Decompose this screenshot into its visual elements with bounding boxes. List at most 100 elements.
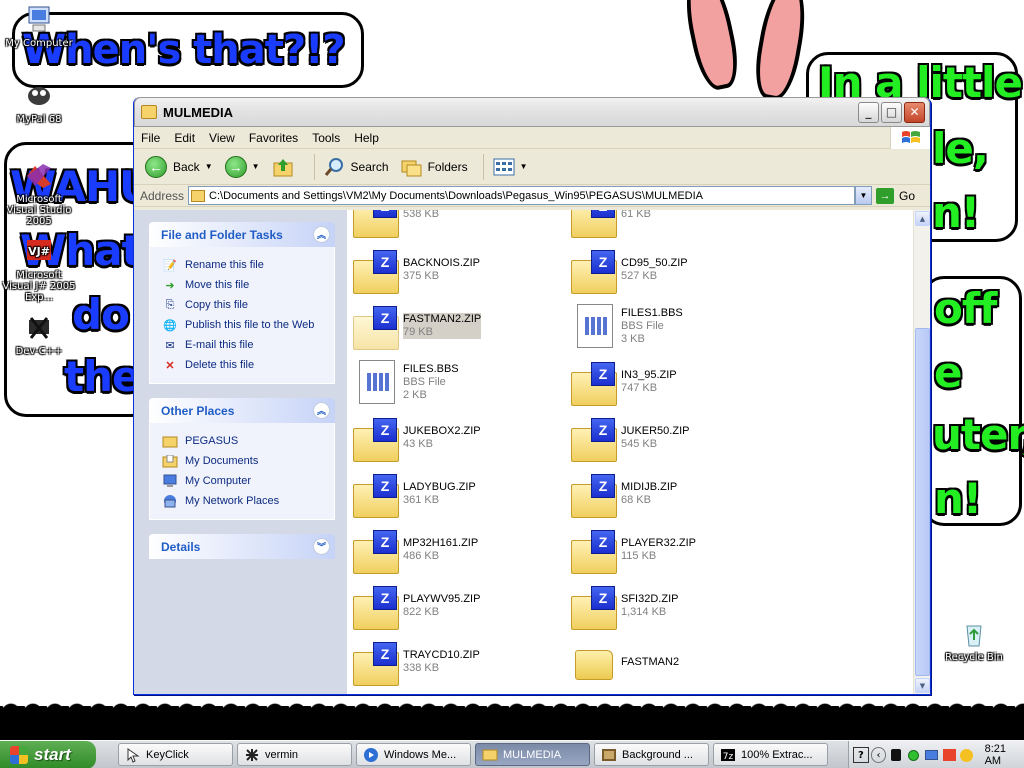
file-item[interactable]: Z CD95_50.ZIP 527 KB bbox=[569, 244, 779, 296]
folder-icon bbox=[141, 105, 157, 119]
menu-help[interactable]: Help bbox=[347, 131, 386, 145]
file-item[interactable]: Z PLAYWV95.ZIP 822 KB bbox=[351, 580, 561, 632]
place-pegasus[interactable]: PEGASUS bbox=[162, 431, 324, 451]
file-detail: 61 KB bbox=[621, 210, 651, 220]
menu-file[interactable]: File bbox=[134, 131, 167, 145]
task-email-file[interactable]: ✉ E-mail this file bbox=[162, 335, 324, 355]
forward-button[interactable]: → ▼ bbox=[222, 152, 263, 182]
taskbar-button[interactable]: vermin bbox=[237, 743, 352, 766]
file-item[interactable]: Z MP32H161.ZIP 486 KB bbox=[351, 524, 561, 576]
power-icon[interactable] bbox=[888, 747, 904, 763]
scroll-up-button[interactable]: ▲ bbox=[915, 211, 930, 226]
zip-folder-icon: Z bbox=[569, 582, 617, 630]
back-button[interactable]: ← Back ▼ bbox=[142, 152, 216, 182]
file-item[interactable]: FILES1.BBS BBS File 3 KB bbox=[569, 300, 779, 352]
bubble-text-right-6: uter, bbox=[932, 410, 1024, 459]
task-rename-file[interactable]: 📝 Rename this file bbox=[162, 255, 324, 275]
desktop-icon-devcpp[interactable]: Dev-C++ bbox=[1, 312, 77, 357]
desktop-icon-mypal[interactable]: MyPal 68 bbox=[1, 80, 77, 125]
taskbar-button-label: 100% Extrac... bbox=[741, 748, 813, 761]
up-folder-button[interactable] bbox=[269, 152, 302, 182]
details-header[interactable]: Details ︾ bbox=[149, 534, 335, 559]
clock[interactable]: 8:21 AM bbox=[985, 743, 1024, 767]
file-folder-tasks-header[interactable]: File and Folder Tasks ︽ bbox=[149, 222, 335, 247]
task-publish-web[interactable]: 🌐 Publish this file to the Web bbox=[162, 315, 324, 335]
menu-tools[interactable]: Tools bbox=[305, 131, 347, 145]
title-bar[interactable]: MULMEDIA _ □ ✕ bbox=[134, 97, 930, 127]
minimize-button[interactable]: _ bbox=[858, 101, 879, 123]
tray-expand-icon[interactable]: ‹ bbox=[870, 747, 887, 763]
file-detail: 68 KB bbox=[621, 494, 651, 506]
other-places-header[interactable]: Other Places ︽ bbox=[149, 398, 335, 423]
taskbar-button[interactable]: KeyClick bbox=[118, 743, 233, 766]
file-item[interactable]: Z SFI32D.ZIP 1,314 KB bbox=[569, 580, 779, 632]
updates-icon[interactable] bbox=[959, 747, 975, 763]
place-my-computer[interactable]: My Computer bbox=[162, 471, 324, 491]
task-move-file[interactable]: ➜ Move this file bbox=[162, 275, 324, 295]
expand-icon[interactable]: ︾ bbox=[313, 538, 330, 555]
place-label: My Computer bbox=[185, 475, 252, 487]
file-name: JUKEBOX2.ZIP bbox=[403, 425, 481, 437]
forward-arrow-icon: → bbox=[224, 155, 247, 178]
collapse-icon[interactable]: ︽ bbox=[313, 402, 330, 419]
file-item[interactable]: Z IN3_95.ZIP 747 KB bbox=[569, 356, 779, 408]
close-button[interactable]: ✕ bbox=[904, 101, 925, 123]
folder-item[interactable]: FASTMAN2 bbox=[569, 636, 779, 688]
menu-view[interactable]: View bbox=[202, 131, 242, 145]
network-icon[interactable] bbox=[924, 747, 940, 763]
menu-favorites[interactable]: Favorites bbox=[242, 131, 305, 145]
file-list-pane[interactable]: Z538 KBZ61 KBZBACKNOIS.ZIP375 KBZCD95_50… bbox=[347, 210, 930, 694]
collapse-icon[interactable]: ︽ bbox=[313, 226, 330, 243]
file-item[interactable]: Z MIDIJB.ZIP 68 KB bbox=[569, 468, 779, 520]
zip-folder-icon: Z bbox=[351, 638, 399, 686]
desktop-icon-visual-studio[interactable]: Microsoft Visual Studio 2005 bbox=[1, 160, 77, 227]
search-button[interactable]: Search bbox=[321, 152, 392, 182]
zip-folder-icon: Z bbox=[351, 470, 399, 518]
taskbar-button[interactable]: Background ... bbox=[594, 743, 709, 766]
desktop-icon-visual-j[interactable]: VJ# Microsoft Visual J# 2005 Exp... bbox=[1, 236, 77, 303]
taskbar-button[interactable]: MULMEDIA bbox=[475, 743, 590, 766]
vertical-scrollbar[interactable]: ▲ ▼ bbox=[913, 210, 930, 694]
taskbar-button[interactable]: 7z 100% Extrac... bbox=[713, 743, 828, 766]
file-name: LADYBUG.ZIP bbox=[403, 481, 476, 493]
go-button[interactable]: → Go bbox=[876, 187, 926, 204]
file-item[interactable]: Z FASTMAN2.ZIP 79 KB bbox=[351, 300, 561, 352]
desktop-icon-my-computer[interactable]: My Computer bbox=[1, 4, 77, 49]
help-icon[interactable]: ? bbox=[853, 747, 869, 763]
file-item[interactable]: FILES.BBS BBS File 2 KB bbox=[351, 356, 561, 408]
menu-edit[interactable]: Edit bbox=[167, 131, 202, 145]
scrollbar-thumb[interactable] bbox=[915, 328, 930, 676]
task-copy-file[interactable]: ⎘ Copy this file bbox=[162, 295, 324, 315]
maximize-button[interactable]: □ bbox=[881, 101, 902, 123]
file-item[interactable]: Z PLAYER32.ZIP 115 KB bbox=[569, 524, 779, 576]
file-item[interactable]: Z JUKEBOX2.ZIP 43 KB bbox=[351, 412, 561, 464]
address-input[interactable]: C:\Documents and Settings\VM2\My Documen… bbox=[188, 186, 855, 205]
chevron-down-icon[interactable]: ▼ bbox=[205, 162, 213, 171]
views-button[interactable]: ▼ bbox=[490, 152, 531, 182]
chevron-down-icon[interactable]: ▼ bbox=[252, 162, 260, 171]
taskbar-button[interactable]: Windows Me... bbox=[356, 743, 471, 766]
folders-label: Folders bbox=[427, 159, 468, 174]
file-detail: 361 KB bbox=[403, 494, 440, 506]
scroll-down-button[interactable]: ▼ bbox=[915, 678, 930, 693]
chevron-down-icon[interactable]: ▼ bbox=[520, 162, 528, 171]
desktop-icon-recycle-bin[interactable]: Recycle Bin bbox=[936, 618, 1012, 663]
place-my-network-places[interactable]: My Network Places bbox=[162, 491, 324, 511]
publish-icon: 🌐 bbox=[163, 319, 177, 332]
file-item[interactable]: Z 61 KB bbox=[569, 210, 779, 240]
file-item[interactable]: Z JUKER50.ZIP 545 KB bbox=[569, 412, 779, 464]
task-delete-file[interactable]: ✕ Delete this file bbox=[162, 355, 324, 375]
file-item[interactable]: Z TRAYCD10.ZIP 338 KB bbox=[351, 636, 561, 688]
file-item[interactable]: Z 538 KB bbox=[351, 210, 561, 240]
folders-button[interactable]: Folders bbox=[398, 152, 471, 182]
file-text: FILES.BBS BBS File 2 KB bbox=[403, 363, 459, 402]
file-item[interactable]: Z LADYBUG.ZIP 361 KB bbox=[351, 468, 561, 520]
status-green-icon[interactable] bbox=[906, 747, 922, 763]
address-dropdown-button[interactable]: ▼ bbox=[855, 186, 872, 205]
place-my-documents[interactable]: My Documents bbox=[162, 451, 324, 471]
7zip-icon: 7z bbox=[720, 747, 736, 763]
antivirus-icon[interactable] bbox=[941, 747, 957, 763]
start-button[interactable]: start bbox=[0, 740, 96, 768]
file-item[interactable]: Z BACKNOIS.ZIP 375 KB bbox=[351, 244, 561, 296]
keyclick-icon bbox=[125, 747, 141, 763]
